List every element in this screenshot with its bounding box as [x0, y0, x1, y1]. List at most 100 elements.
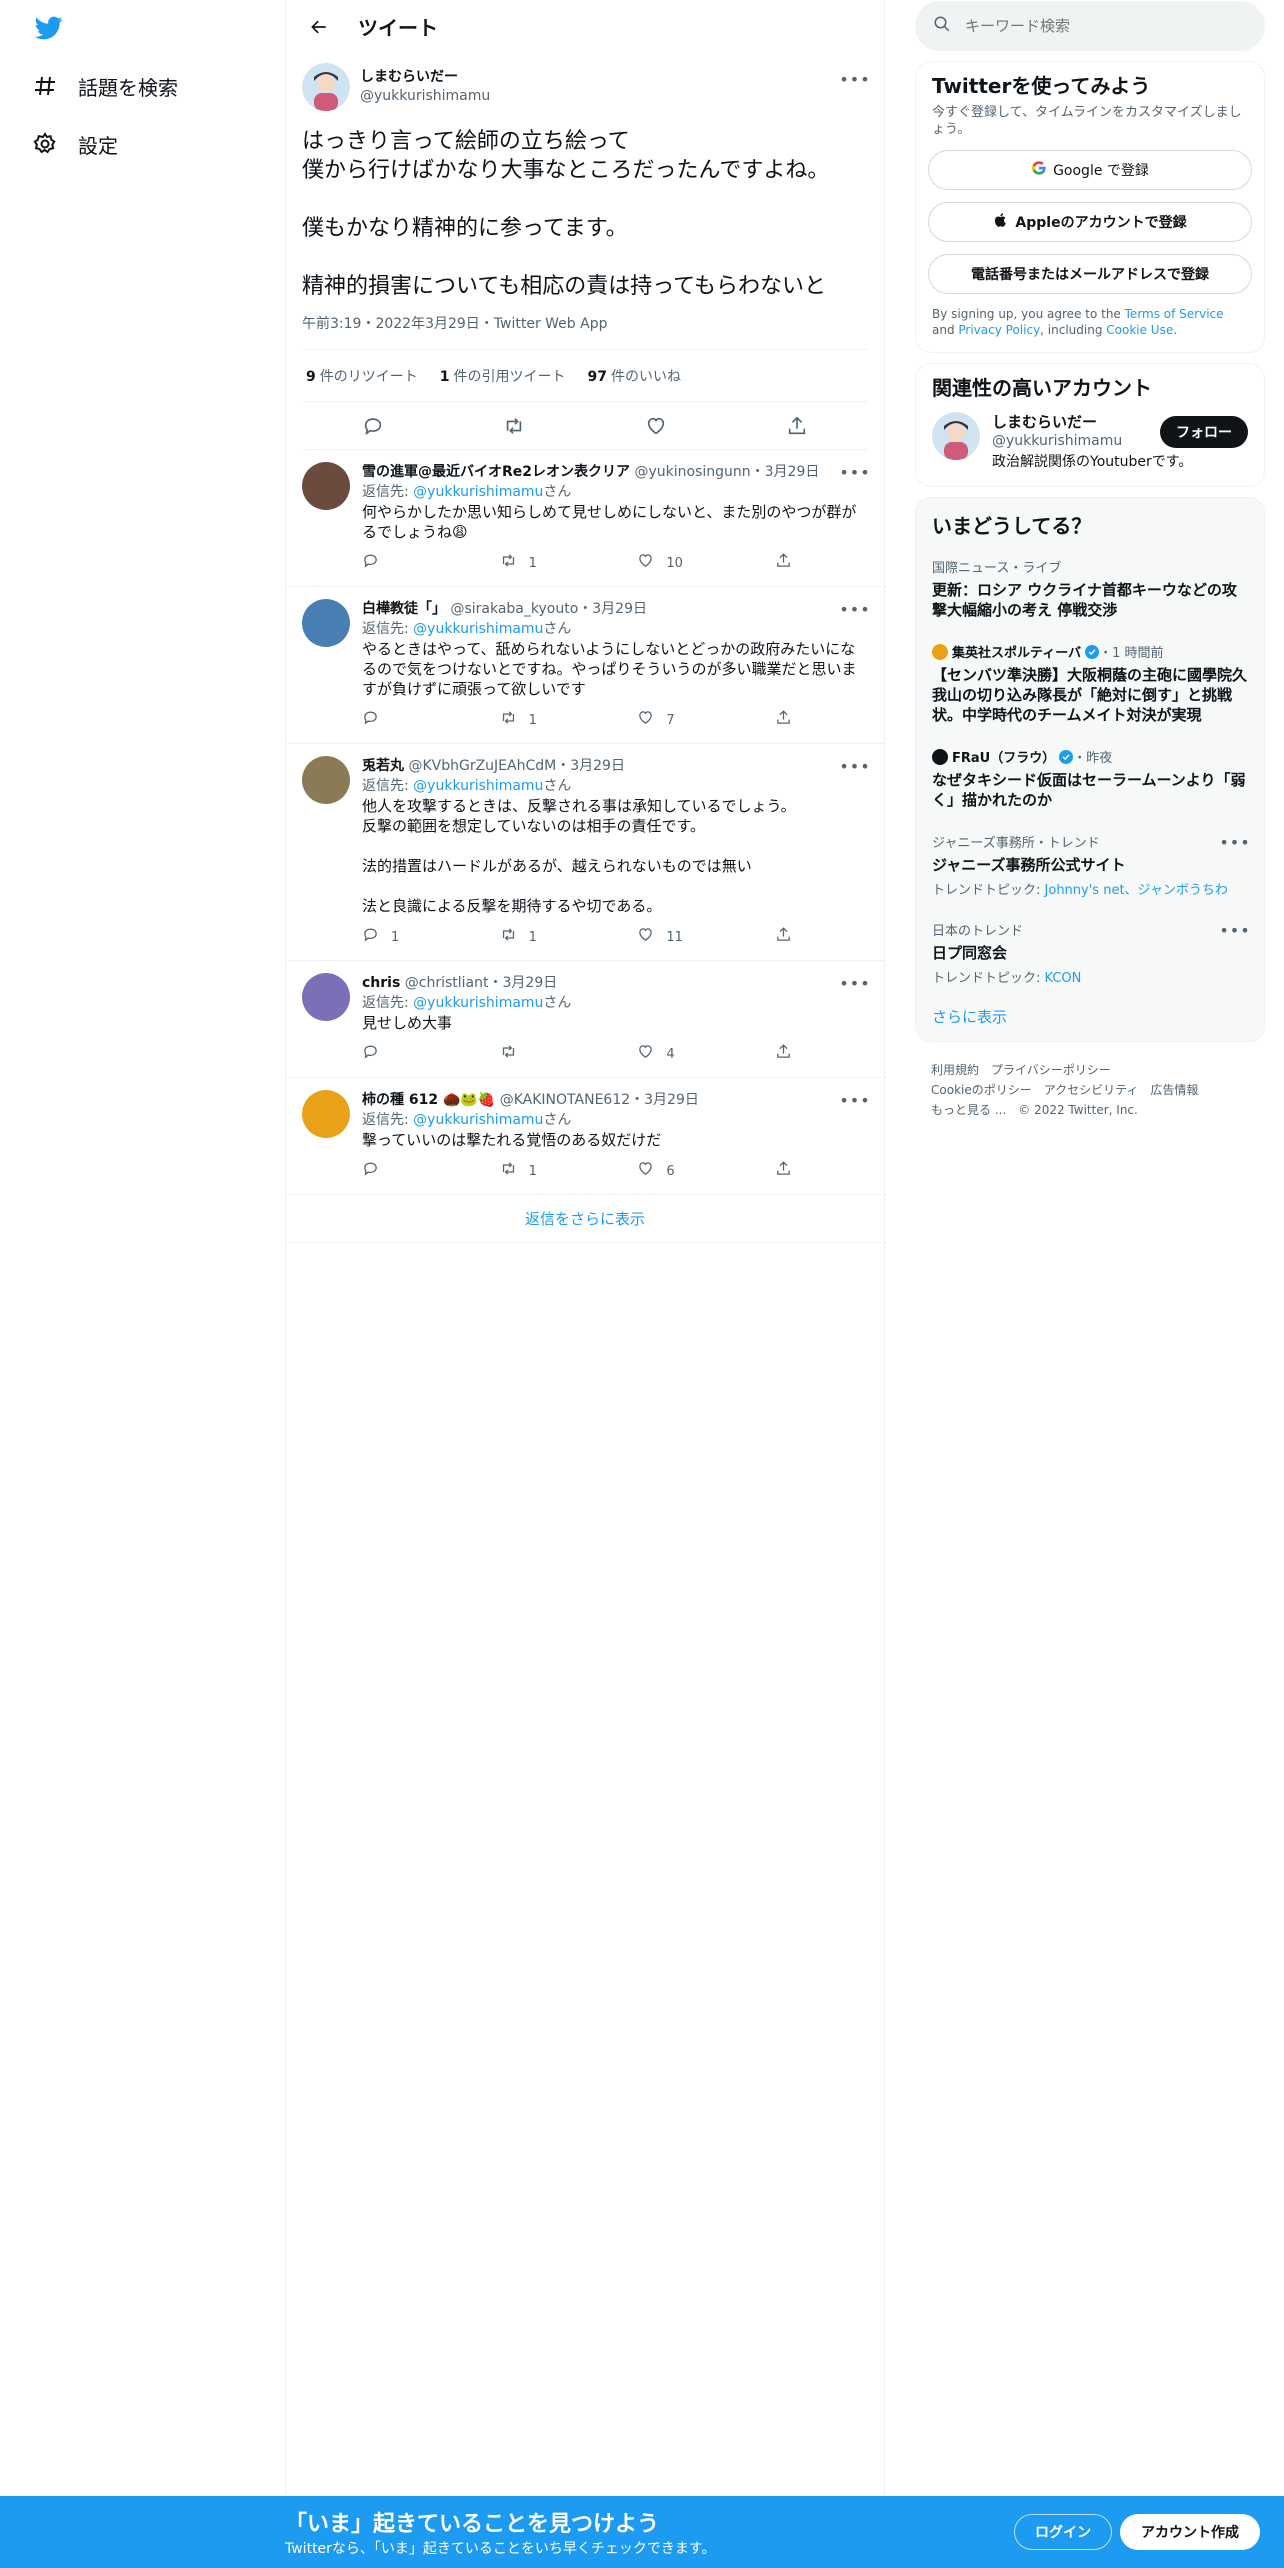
more-options-icon[interactable]: ••• — [839, 1090, 869, 1110]
like-button[interactable]: 6 — [637, 1160, 727, 1184]
footer-link[interactable]: 広告情報 — [1150, 1083, 1198, 1097]
reply-author-name[interactable]: 白樺教徒「」 — [362, 601, 446, 617]
google-signup-button[interactable]: Google で登録 — [928, 150, 1252, 190]
share-button[interactable] — [775, 552, 792, 576]
avatar[interactable] — [302, 1090, 350, 1138]
trend-item[interactable]: 日本のトレンド 日プ同窓会 トレンドトピック: KCON ••• — [916, 910, 1264, 998]
reply-tweet[interactable]: chris @christliant・3月29日 返信先: @yukkurishi… — [286, 961, 884, 1078]
share-button[interactable] — [775, 1160, 792, 1184]
reply-author-name[interactable]: 柿の種 612 🌰🐸🍓 — [362, 1092, 495, 1108]
reply-tweet[interactable]: 雪の進軍@最近バイオRe2レオン表クリア @yukinosingunn・3月29… — [286, 450, 884, 587]
reply-author-name[interactable]: 雪の進軍@最近バイオRe2レオン表クリア — [362, 464, 630, 480]
avatar[interactable] — [932, 412, 980, 460]
terms-link[interactable]: Terms of Service — [1125, 307, 1224, 321]
footer-link[interactable]: Cookieのポリシー — [931, 1083, 1032, 1097]
trend-item[interactable]: ジャニーズ事務所・トレンド ジャニーズ事務所公式サイト トレンドトピック: Jo… — [916, 822, 1264, 910]
author-handle[interactable]: @yukkurishimamu — [360, 87, 490, 106]
retweet-count[interactable]: 9 件のリツイート — [306, 366, 418, 386]
trends-show-more-link[interactable]: さらに表示 — [916, 998, 1264, 1027]
author-name[interactable]: しまむらいだー — [360, 68, 490, 87]
more-options-icon[interactable]: ••• — [839, 599, 869, 619]
reply-author-handle[interactable]: @yukinosingunn — [634, 464, 750, 480]
nav-explore[interactable]: 話題を検索 — [32, 64, 178, 108]
show-more-replies-button[interactable]: 返信をさらに表示 — [286, 1195, 884, 1243]
retweet-icon[interactable] — [502, 414, 526, 438]
retweet-button[interactable]: 1 — [500, 926, 590, 950]
more-options-icon[interactable]: ••• — [839, 973, 869, 993]
like-count[interactable]: 97 件のいいね — [588, 366, 681, 386]
trend-item[interactable]: 国際ニュース・ライブ 更新：ロシア ウクライナ首都キーウなどの攻撃大幅縮小の考え… — [916, 547, 1264, 632]
reply-button[interactable] — [362, 1160, 452, 1184]
reply-author-handle[interactable]: @KAKINOTANE612 — [500, 1092, 630, 1108]
apple-signup-button[interactable]: Appleのアカウントで登録 — [928, 202, 1252, 242]
like-button[interactable]: 11 — [637, 926, 727, 950]
more-options-icon[interactable]: ••• — [839, 756, 869, 776]
avatar[interactable] — [302, 63, 350, 111]
privacy-link[interactable]: Privacy Policy — [958, 323, 1040, 337]
reply-tweet[interactable]: 白樺教徒「」 @sirakaba_kyouto・3月29日 返信先: @yukku… — [286, 587, 884, 744]
footer-more-link[interactable]: もっと見る ... — [931, 1103, 1006, 1117]
search-box[interactable] — [915, 1, 1265, 51]
reply-tweet[interactable]: 柿の種 612 🌰🐸🍓 @KAKINOTANE612・3月29日 返信先: @yu… — [286, 1078, 884, 1195]
reply-to-link[interactable]: @yukkurishimamu — [413, 778, 543, 794]
avatar[interactable] — [302, 599, 350, 647]
create-account-button[interactable]: アカウント作成 — [1120, 2514, 1260, 2550]
phone-email-signup-button[interactable]: 電話番号またはメールアドレスで登録 — [928, 254, 1252, 294]
cookie-link[interactable]: Cookie Use — [1106, 323, 1173, 337]
trend-item[interactable]: 集英社スポルティーバ ・1 時間前 【センバツ準決勝】大阪桐蔭の主砲に國學院久我山… — [916, 632, 1264, 737]
like-button[interactable]: 7 — [637, 709, 727, 733]
retweet-button[interactable]: 1 — [500, 552, 590, 576]
more-options-icon[interactable]: ••• — [839, 69, 869, 89]
reply-author-name[interactable]: chris — [362, 975, 400, 991]
reply-button[interactable] — [362, 1043, 452, 1067]
related-account[interactable]: しまむらいだー @yukkurishimamu 政治解説関係のYoutuberで… — [932, 412, 1248, 472]
reply-to-link[interactable]: @yukkurishimamu — [413, 1112, 543, 1128]
retweet-button[interactable]: 1 — [500, 709, 590, 733]
login-button[interactable]: ログイン — [1014, 2514, 1112, 2550]
retweet-button[interactable] — [500, 1043, 590, 1067]
reply-author-handle[interactable]: @KVbhGrZuJEAhCdM — [408, 758, 556, 774]
reply-button[interactable] — [362, 552, 452, 576]
share-button[interactable] — [775, 1043, 792, 1067]
follow-button[interactable]: フォロー — [1160, 416, 1248, 448]
reply-date[interactable]: ・3月29日 — [751, 464, 820, 480]
share-button[interactable] — [775, 709, 792, 733]
tweet-timestamp[interactable]: 午前3:19・2022年3月29日・Twitter Web App — [302, 313, 868, 350]
quote-count[interactable]: 1 件の引用ツイート — [440, 366, 566, 386]
reply-date[interactable]: ・3月29日 — [630, 1092, 699, 1108]
share-button[interactable] — [775, 926, 792, 950]
avatar[interactable] — [302, 973, 350, 1021]
reply-icon[interactable] — [361, 414, 385, 438]
more-options-icon[interactable]: ••• — [1219, 832, 1249, 852]
reply-button[interactable] — [362, 709, 452, 733]
reply-to-link[interactable]: @yukkurishimamu — [413, 995, 543, 1011]
retweet-button[interactable]: 1 — [500, 1160, 590, 1184]
more-options-icon[interactable]: ••• — [1219, 920, 1249, 940]
like-icon[interactable] — [644, 414, 668, 438]
reply-to-link[interactable]: @yukkurishimamu — [413, 621, 543, 637]
reply-author-name[interactable]: 兎若丸 — [362, 758, 404, 774]
share-icon[interactable] — [785, 414, 809, 438]
reply-date[interactable]: ・3月29日 — [489, 975, 558, 991]
like-button[interactable]: 10 — [637, 552, 727, 576]
footer-link[interactable]: 利用規約 — [931, 1063, 979, 1077]
reply-tweet[interactable]: 兎若丸 @KVbhGrZuJEAhCdM・3月29日 返信先: @yukkuris… — [286, 744, 884, 961]
avatar[interactable] — [302, 462, 350, 510]
nav-settings[interactable]: 設定 — [32, 122, 118, 166]
avatar[interactable] — [302, 756, 350, 804]
trend-item[interactable]: FRaU（フラウ） ・昨夜 なぜタキシード仮面はセーラームーンより「弱く」描かれた… — [916, 737, 1264, 822]
more-options-icon[interactable]: ••• — [839, 462, 869, 482]
reply-author-handle[interactable]: @sirakaba_kyouto — [450, 601, 578, 617]
search-input[interactable] — [965, 17, 1225, 35]
reply-date[interactable]: ・3月29日 — [556, 758, 625, 774]
reply-button[interactable]: 1 — [362, 926, 452, 950]
twitter-logo-icon[interactable] — [33, 14, 65, 42]
back-arrow-icon[interactable] — [302, 10, 336, 44]
like-button[interactable]: 4 — [637, 1043, 727, 1067]
footer-link[interactable]: プライバシーポリシー — [991, 1063, 1111, 1077]
footer-link[interactable]: アクセシビリティ — [1044, 1083, 1139, 1097]
reply-to-link[interactable]: @yukkurishimamu — [413, 484, 543, 500]
reply-text: 撃っていいのは撃たれる覚悟のある奴だけだ — [362, 1131, 662, 1149]
reply-date[interactable]: ・3月29日 — [578, 601, 647, 617]
reply-author-handle[interactable]: @christliant — [405, 975, 489, 991]
